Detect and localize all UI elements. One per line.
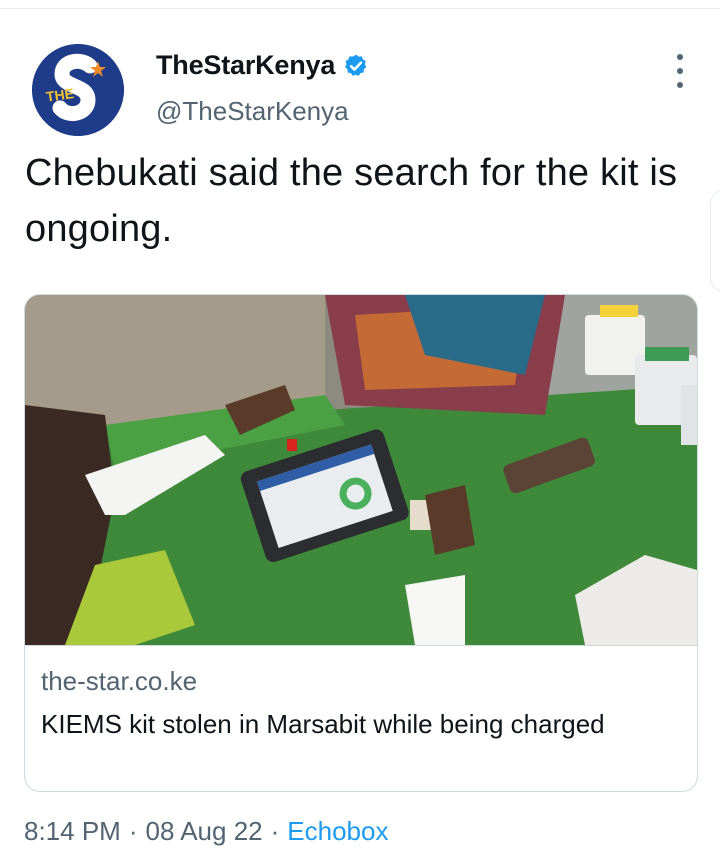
separator: ·: [270, 816, 280, 846]
avatar[interactable]: THE: [32, 44, 124, 136]
tweet-header: THE TheStarKenya @TheStarKenya: [0, 40, 720, 140]
tweet-source-link[interactable]: Echobox: [287, 816, 388, 847]
the-star-logo-icon: THE: [32, 44, 124, 136]
more-options-icon[interactable]: [668, 52, 692, 92]
tweet-footer: 8:14 PM · 08 Aug 22 · Echobox: [24, 816, 388, 847]
tweet-time[interactable]: 8:14 PM: [24, 816, 121, 847]
tweet-text: Chebukati said the search for the kit is…: [25, 152, 678, 250]
verified-badge-icon: [343, 53, 369, 79]
photo-kiems-kit-icon: [25, 295, 697, 645]
side-panel-edge: [710, 190, 720, 292]
tweet-date[interactable]: 08 Aug 22: [146, 816, 263, 847]
card-title: KIEMS kit stolen in Marsabit while being…: [41, 709, 605, 739]
link-card[interactable]: the-star.co.ke KIEMS kit stolen in Marsa…: [24, 294, 698, 792]
handle[interactable]: @TheStarKenya: [156, 96, 349, 127]
separator: ·: [128, 816, 138, 846]
name-row: TheStarKenya: [156, 50, 369, 81]
top-divider: [0, 8, 720, 9]
card-meta[interactable]: the-star.co.ke KIEMS kit stolen in Marsa…: [25, 645, 697, 791]
card-domain: the-star.co.ke: [41, 666, 198, 696]
card-image[interactable]: [25, 295, 697, 645]
display-name[interactable]: TheStarKenya: [156, 50, 335, 81]
